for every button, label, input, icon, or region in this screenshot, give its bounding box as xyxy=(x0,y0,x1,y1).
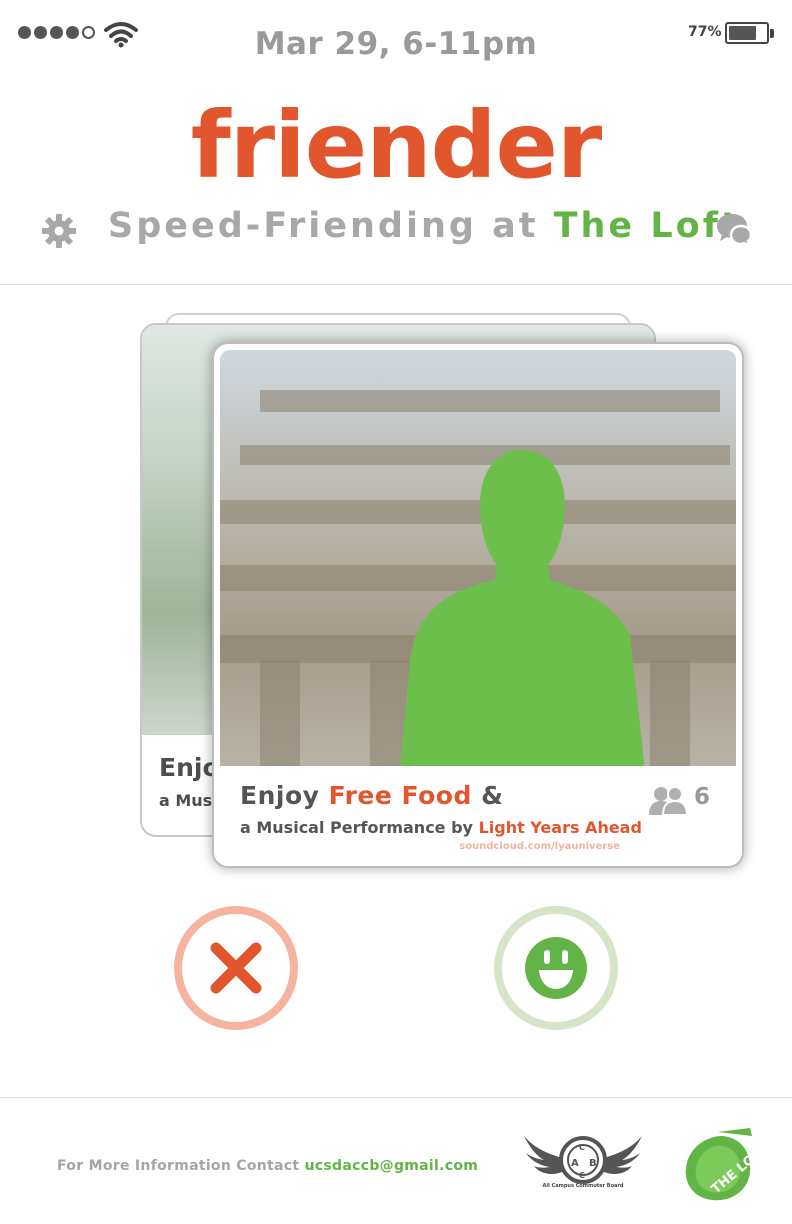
subtitle-prefix: a Musical Performance by xyxy=(240,818,479,837)
attendee-count: 6 xyxy=(694,784,711,810)
svg-text:C: C xyxy=(579,1143,585,1152)
profile-card-front[interactable]: Enjoy Free Food & a Musical Performance … xyxy=(212,342,744,868)
subtitle-prefix: Speed-Friending at xyxy=(108,206,554,246)
title-highlight: Free Food xyxy=(328,781,472,810)
person-silhouette-icon xyxy=(400,450,645,766)
people-icon xyxy=(649,786,688,816)
subtitle-highlight: Light Years Ahead xyxy=(478,818,642,837)
smiley-icon xyxy=(525,937,587,999)
venue-name: The Loft xyxy=(553,206,741,246)
header-divider xyxy=(0,284,792,285)
reject-button-inner xyxy=(182,914,290,1022)
svg-text:A: A xyxy=(571,1158,579,1169)
title-suffix: & xyxy=(471,781,504,810)
card-back-title: Enjo xyxy=(159,753,220,782)
page-subtitle: Speed-Friending at The Loft xyxy=(108,206,741,246)
card-photo xyxy=(220,350,736,766)
contact-email-link[interactable]: ucsdaccb@gmail.com xyxy=(305,1158,479,1174)
soundcloud-link[interactable]: soundcloud.com/lyauniverse xyxy=(459,841,620,852)
card-back-subtitle: a Musi xyxy=(159,791,218,810)
battery-icon xyxy=(725,22,769,44)
the-loft-logo: THE LOFT xyxy=(685,1128,760,1201)
title-prefix: Enjoy xyxy=(240,781,329,810)
event-datetime: Mar 29, 6-11pm xyxy=(254,26,538,62)
like-button-inner xyxy=(502,914,610,1022)
like-button[interactable] xyxy=(494,906,618,1030)
svg-text:B: B xyxy=(589,1158,597,1169)
footer-divider xyxy=(0,1097,792,1098)
battery-fill xyxy=(729,26,756,40)
battery-tip xyxy=(770,29,774,38)
reject-button[interactable] xyxy=(174,906,298,1030)
chat-bubbles-icon[interactable] xyxy=(714,210,754,248)
app-logo: friender xyxy=(190,92,602,199)
card-subtitle: a Musical Performance by Light Years Ahe… xyxy=(240,818,642,837)
contact-prefix: For More Information Contact xyxy=(57,1158,305,1174)
accb-caption: All Campus Commuter Board xyxy=(542,1183,624,1189)
accb-logo: A C C B xyxy=(524,1136,642,1184)
svg-text:C: C xyxy=(579,1171,585,1180)
x-icon xyxy=(210,942,262,994)
battery-percent: 77% xyxy=(688,24,722,40)
gear-icon[interactable] xyxy=(40,212,78,250)
contact-info: For More Information Contact ucsdaccb@gm… xyxy=(57,1158,478,1174)
card-title: Enjoy Free Food & xyxy=(240,781,503,810)
